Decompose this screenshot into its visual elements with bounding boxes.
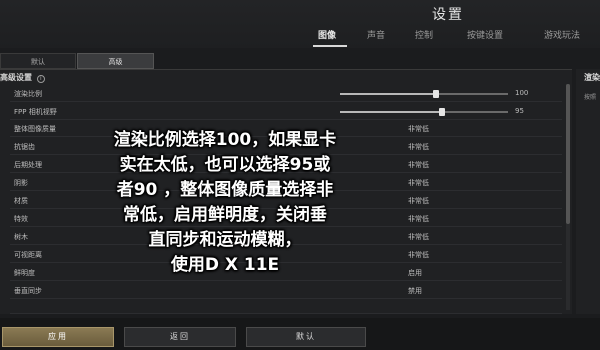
- description-text: 按照: [584, 94, 597, 101]
- info-icon[interactable]: i: [36, 75, 45, 83]
- setting-row-textures[interactable]: 材质 非常低: [10, 193, 562, 209]
- setting-row-view-distance[interactable]: 可视距离 非常低: [10, 247, 562, 263]
- setting-row-fpp-fov[interactable]: FPP 相机视野 95: [10, 104, 562, 120]
- setting-row[interactable]: [10, 301, 562, 314]
- slider-thumb[interactable]: [432, 90, 439, 98]
- setting-label: 抗锯齿: [14, 143, 35, 151]
- setting-row-foliage[interactable]: 树木 非常低: [10, 229, 562, 245]
- setting-row-overall-quality[interactable]: 整体图像质量 非常低: [10, 121, 562, 137]
- setting-value[interactable]: 非常低: [408, 250, 429, 260]
- subtab-advanced[interactable]: 高级: [77, 53, 154, 69]
- slider-thumb[interactable]: [439, 108, 446, 116]
- page-title: 设置: [432, 7, 464, 23]
- setting-label: 鲜明度: [14, 269, 35, 277]
- settings-nav: 图像 声音 控制 按键设置 游戏玩法: [0, 28, 600, 44]
- setting-label: 阴影: [14, 179, 28, 187]
- tab-gameplay[interactable]: 游戏玩法: [544, 28, 580, 41]
- default-button[interactable]: 默认: [246, 327, 366, 347]
- settings-scrollbar[interactable]: [566, 84, 570, 310]
- setting-row-vsync[interactable]: 垂直同步 禁用: [10, 283, 562, 299]
- setting-value[interactable]: 非常低: [408, 142, 429, 152]
- setting-label: 整体图像质量: [14, 125, 56, 133]
- setting-label: 渲染比例: [14, 90, 42, 98]
- tab-key-bindings[interactable]: 按键设置: [467, 28, 503, 41]
- setting-label: FPP 相机视野: [14, 108, 57, 116]
- setting-row-effects[interactable]: 特效 非常低: [10, 211, 562, 227]
- setting-label: 后期处理: [14, 161, 42, 169]
- setting-row-sharpen[interactable]: 鲜明度 启用: [10, 265, 562, 281]
- active-tab-indicator: [313, 45, 347, 47]
- setting-label: 特效: [14, 215, 28, 223]
- description-title: 渲染: [584, 73, 600, 82]
- setting-row-render-scale[interactable]: 渲染比例 100: [10, 86, 562, 102]
- setting-value[interactable]: 非常低: [408, 160, 429, 170]
- slider-fill: [340, 93, 436, 95]
- setting-value: 95: [515, 107, 524, 115]
- setting-value[interactable]: 非常低: [408, 214, 429, 224]
- setting-row-shadows[interactable]: 阴影 非常低: [10, 175, 562, 191]
- setting-label: 树木: [14, 233, 28, 241]
- tab-controls[interactable]: 控制: [415, 28, 433, 41]
- fpp-fov-slider[interactable]: [340, 108, 508, 116]
- tab-graphics[interactable]: 图像: [318, 28, 336, 41]
- setting-value[interactable]: 非常低: [408, 124, 429, 134]
- section-title: 高级设置 i: [0, 72, 45, 83]
- section-title-text: 高级设置: [0, 73, 32, 82]
- apply-button[interactable]: 应用: [2, 327, 114, 347]
- subtab-default[interactable]: 默认: [0, 53, 76, 69]
- description-panel: [576, 69, 600, 314]
- setting-label: 可视距离: [14, 251, 42, 259]
- setting-value[interactable]: 禁用: [408, 286, 422, 296]
- tab-sound[interactable]: 声音: [367, 28, 385, 41]
- scroll-thumb[interactable]: [566, 84, 570, 224]
- setting-value[interactable]: 非常低: [408, 178, 429, 188]
- slider-fill: [340, 111, 443, 113]
- render-scale-slider[interactable]: [340, 90, 508, 98]
- setting-row-post-processing[interactable]: 后期处理 非常低: [10, 157, 562, 173]
- setting-value: 100: [515, 89, 529, 97]
- back-button[interactable]: 返回: [124, 327, 236, 347]
- setting-label: 材质: [14, 197, 28, 205]
- setting-value[interactable]: 非常低: [408, 232, 429, 242]
- setting-value[interactable]: 启用: [408, 268, 422, 278]
- setting-label: 垂直同步: [14, 287, 42, 295]
- setting-row-anti-aliasing[interactable]: 抗锯齿 非常低: [10, 139, 562, 155]
- setting-value[interactable]: 非常低: [408, 196, 429, 206]
